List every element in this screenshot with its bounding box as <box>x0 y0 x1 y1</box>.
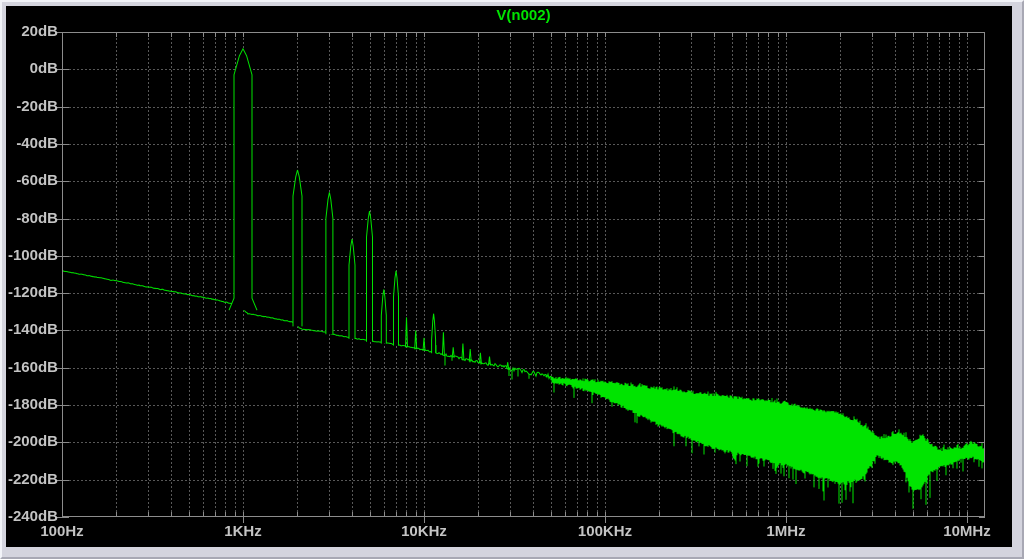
y-axis-label: -220dB <box>6 472 58 488</box>
fft-trace <box>62 49 984 509</box>
y-axis-label: -140dB <box>6 322 58 338</box>
y-axis-label: 0dB <box>6 61 58 77</box>
x-axis-label: 10KHz <box>379 524 469 540</box>
waveform-viewer-window: V(n002) 20dB 0dB -20dB -40dB -60dB -80dB -100d… <box>0 0 1024 559</box>
y-axis-label: -100dB <box>6 248 58 264</box>
x-axis-label: 1KHz <box>198 524 288 540</box>
y-axis-label: -80dB <box>6 211 58 227</box>
y-axis-label: -180dB <box>6 397 58 413</box>
y-axis-label: -20dB <box>6 99 58 115</box>
x-axis-label: 100Hz <box>17 524 107 540</box>
y-axis-label: 20dB <box>6 24 58 40</box>
x-axis-label: 10MHz <box>922 524 1012 540</box>
trace-legend-label[interactable]: V(n002) <box>62 7 985 24</box>
y-axis-label: -160dB <box>6 360 58 376</box>
fft-plot-area[interactable]: V(n002) 20dB 0dB -20dB -40dB -60dB -80dB -100d… <box>6 6 1012 547</box>
fft-plot-canvas[interactable] <box>6 6 1012 552</box>
y-axis-label: -60dB <box>6 173 58 189</box>
x-axis-label: 100KHz <box>560 524 650 540</box>
y-axis-label: -200dB <box>6 434 58 450</box>
x-axis-label: 1MHz <box>741 524 831 540</box>
y-axis-label: -120dB <box>6 285 58 301</box>
y-axis-label: -40dB <box>6 136 58 152</box>
